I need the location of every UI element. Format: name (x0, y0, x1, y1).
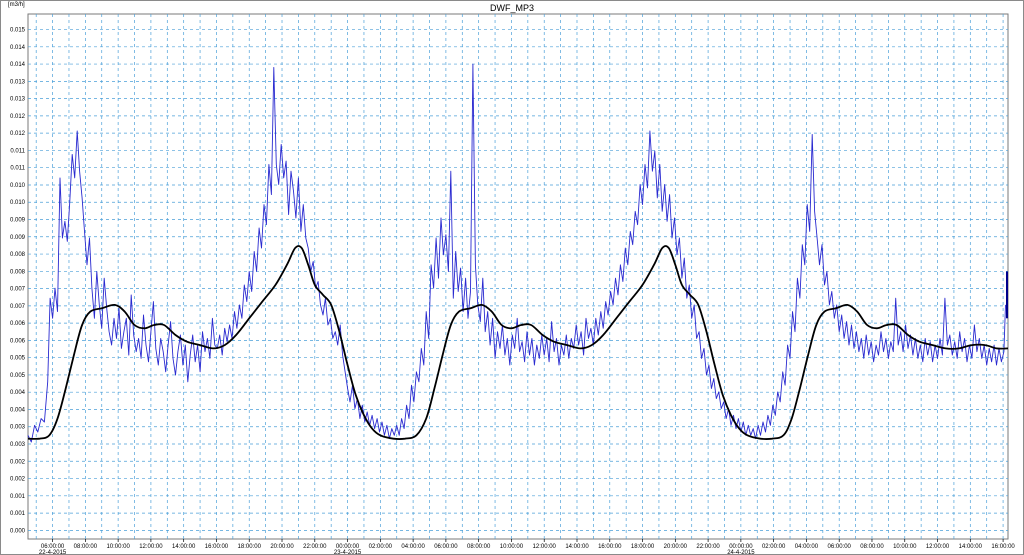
x-tick-label: 20:00:00 (664, 544, 688, 550)
y-tick-label: 0.013 (10, 97, 26, 103)
x-tick-label: 04:00:00 (401, 544, 425, 550)
y-tick-label: 0.006 (10, 321, 26, 327)
x-axis-ticks: 06:00:00 08:00:00 10:00:00 12:00:00 14:00:00… (39, 539, 1015, 555)
y-tick-label: 0.011 (10, 148, 25, 154)
x-tick-label: 14:00:00 (565, 544, 589, 550)
y-tick-label: 0.009 (10, 218, 26, 224)
y-tick-label: 0.008 (10, 269, 26, 275)
y-tick-label: 0.006 (10, 338, 26, 344)
x-tick-label: 02:00:00 (369, 544, 393, 550)
x-tick-label: 06:00:00 (828, 544, 852, 550)
x-tick-label: 10:00:00 (106, 544, 130, 550)
x-tick-label: 22:00:00 (696, 544, 720, 550)
y-tick-label: 0.001 (10, 511, 26, 517)
y-tick-label: 0.012 (10, 131, 26, 137)
x-tick-label: 20:00:00 (270, 544, 294, 550)
y-tick-label: 0.004 (10, 407, 26, 413)
y-tick-label: 0.010 (10, 200, 26, 206)
x-tick-label: 18:00:00 (238, 544, 262, 550)
x-tick-label: 22:00:00 (303, 544, 327, 550)
x-tick-label: 12:00:00 (533, 544, 557, 550)
y-tick-label: 0.014 (10, 62, 26, 68)
x-tick-label: 08:00:00 (467, 544, 491, 550)
y-tick-label: 0.011 (10, 166, 25, 172)
x-tick-label: 02:00:00 (762, 544, 786, 550)
x-tick-label: 08:00:00 (860, 544, 884, 550)
plot-area (27, 13, 1009, 540)
y-tick-label: 0.007 (10, 287, 26, 293)
y-tick-label: 0.010 (10, 183, 26, 189)
y-tick-label: 0.002 (10, 459, 26, 465)
y-tick-label: 0.003 (10, 442, 26, 448)
x-tick-label: 12:00:00 (139, 544, 163, 550)
x-tick-label: 08:00:00 (74, 544, 98, 550)
y-tick-label: 0.007 (10, 304, 26, 310)
y-axis-ticks: 0.000 0.001 0.001 0.002 0.002 0.003 0.003 0.004… (10, 28, 26, 535)
y-tick-label: 0.001 (10, 494, 26, 500)
y-tick-label: 0.009 (10, 235, 26, 241)
y-tick-label: 0.003 (10, 425, 26, 431)
y-tick-label: 0.014 (10, 45, 26, 51)
x-tick-label: 06:00:00 (434, 544, 458, 550)
x-date-label: 22-4-2015 (39, 550, 67, 555)
x-tick-label: 04:00:00 (795, 544, 819, 550)
x-tick-label: 18:00:00 (631, 544, 655, 550)
y-tick-label: 0.008 (10, 252, 26, 258)
y-tick-label: 0.000 (10, 528, 26, 534)
y-tick-label: 0.013 (10, 79, 26, 85)
y-tick-label: 0.005 (10, 356, 26, 362)
y-tick-label: 0.005 (10, 373, 26, 379)
x-tick-label: 10:00:00 (893, 544, 917, 550)
y-tick-label: 0.012 (10, 114, 26, 120)
chart-plot[interactable]: 0.000 0.001 0.001 0.002 0.002 0.003 0.003 0.004… (0, 0, 1024, 555)
x-date-label: 23-4-2015 (334, 550, 362, 555)
x-tick-label: 12:00:00 (926, 544, 950, 550)
x-tick-label: 16:00:00 (205, 544, 229, 550)
x-tick-label: 14:00:00 (172, 544, 196, 550)
x-tick-label: 16:00:00 (991, 544, 1015, 550)
x-date-label: 24-4-2015 (727, 550, 755, 555)
x-tick-label: 10:00:00 (500, 544, 524, 550)
y-tick-label: 0.002 (10, 477, 26, 483)
y-tick-label: 0.004 (10, 390, 26, 396)
x-tick-label: 14:00:00 (959, 544, 983, 550)
x-tick-label: 16:00:00 (598, 544, 622, 550)
y-tick-label: 0.015 (10, 28, 26, 34)
